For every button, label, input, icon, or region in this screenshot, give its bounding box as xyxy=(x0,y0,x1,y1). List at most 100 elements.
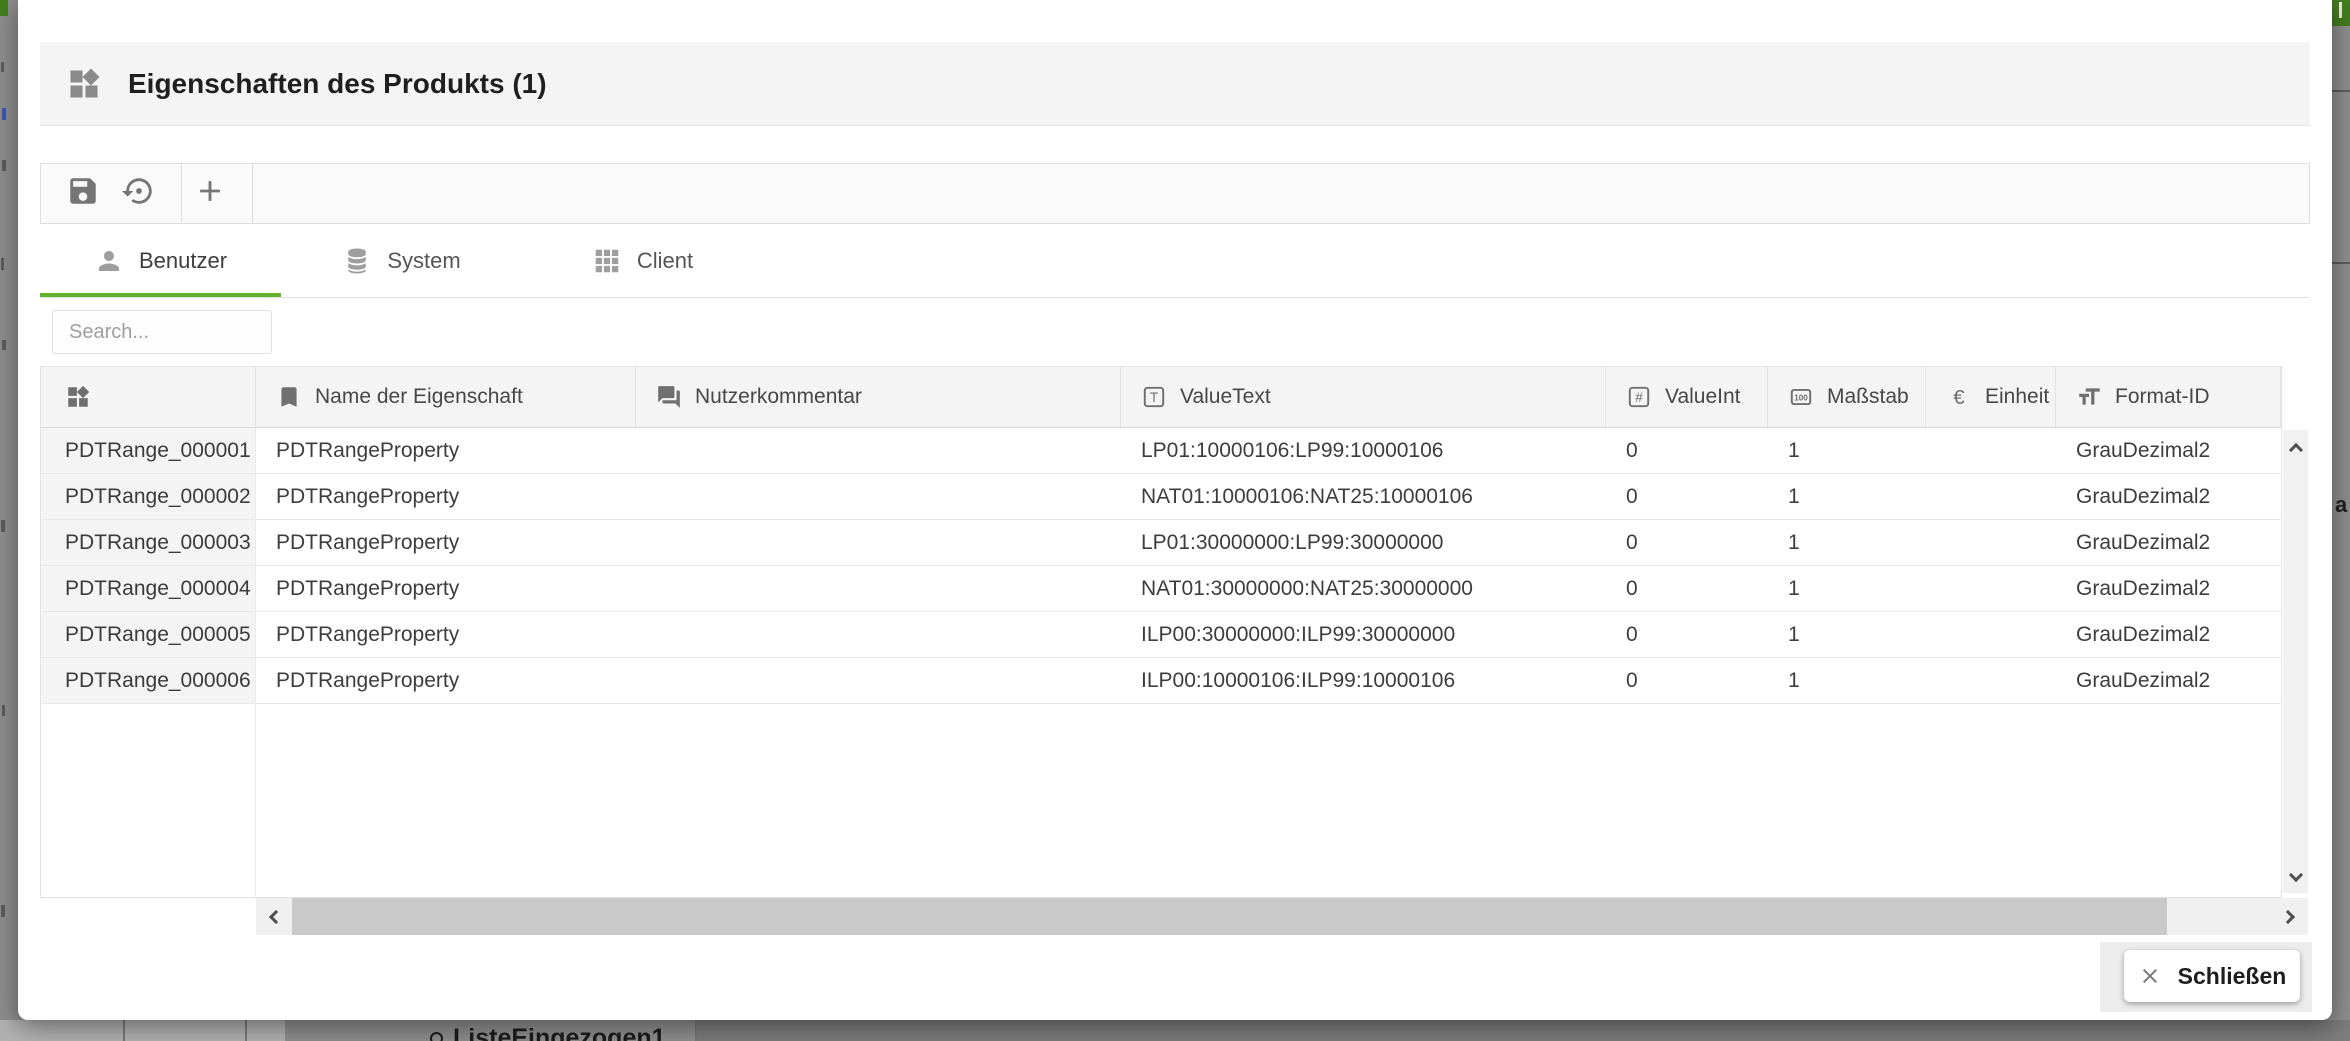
cell-name[interactable]: PDTRangeProperty xyxy=(256,428,636,473)
cell-name[interactable]: PDTRangeProperty xyxy=(256,658,636,703)
cell-comment[interactable] xyxy=(636,428,1121,473)
search-row xyxy=(40,298,2310,366)
cell-id[interactable]: PDTRange_000005 xyxy=(41,612,256,657)
scroll-left-button[interactable] xyxy=(256,898,292,935)
cell-id[interactable]: PDTRange_000006 xyxy=(41,658,256,703)
search-input[interactable] xyxy=(53,311,272,353)
scale-icon: 100 xyxy=(1788,384,1814,410)
cell-comment[interactable] xyxy=(636,658,1121,703)
cell-name[interactable]: PDTRangeProperty xyxy=(256,474,636,519)
scrollbar-thumb[interactable] xyxy=(292,898,2167,935)
tab-client[interactable]: Client xyxy=(522,224,763,297)
vertical-scrollbar[interactable] xyxy=(2283,430,2308,893)
cell-value_text[interactable]: ILP00:10000106:ILP99:10000106 xyxy=(1121,658,1606,703)
table-row[interactable]: PDTRange_000002PDTRangeProperty NAT01:100… xyxy=(41,474,2281,520)
close-button-label: Schließen xyxy=(2178,963,2287,990)
cell-massstab[interactable]: 1 xyxy=(1768,520,1926,565)
cell-format_id[interactable]: GrauDezimal2 xyxy=(2056,520,2281,565)
cell-id[interactable]: PDTRange_000002 xyxy=(41,474,256,519)
close-button[interactable]: Schließen xyxy=(2124,950,2300,1002)
widgets-icon xyxy=(66,66,102,102)
column-header-einheit[interactable]: € Einheit xyxy=(1926,367,2056,427)
table-row[interactable]: PDTRange_000004PDTRangeProperty NAT01:300… xyxy=(41,566,2281,612)
cell-format_id[interactable]: GrauDezimal2 xyxy=(2056,658,2281,703)
toolbar xyxy=(40,163,2310,224)
scroll-down-button[interactable] xyxy=(2283,859,2308,893)
column-header-formatid[interactable]: Format-ID xyxy=(2056,367,2281,427)
cell-format_id[interactable]: GrauDezimal2 xyxy=(2056,428,2281,473)
cell-value_int[interactable]: 0 xyxy=(1606,520,1768,565)
table-row[interactable]: PDTRange_000001PDTRangeProperty LP01:1000… xyxy=(41,428,2281,474)
cell-einheit[interactable] xyxy=(1926,520,2056,565)
cell-massstab[interactable]: 1 xyxy=(1768,474,1926,519)
scroll-right-button[interactable] xyxy=(2272,898,2308,935)
cell-value_int[interactable]: 0 xyxy=(1606,474,1768,519)
tab-benutzer[interactable]: Benutzer xyxy=(40,224,281,297)
cell-value_int[interactable]: 0 xyxy=(1606,566,1768,611)
table-row[interactable]: PDTRange_000005PDTRangeProperty ILP00:300… xyxy=(41,612,2281,658)
column-header-rowid[interactable] xyxy=(41,367,256,427)
column-label: Einheit xyxy=(1985,385,2049,409)
chevron-down-icon xyxy=(2288,867,2302,881)
cell-value_text[interactable]: NAT01:10000106:NAT25:10000106 xyxy=(1121,474,1606,519)
column-header-comment[interactable]: Nutzerkommentar xyxy=(636,367,1121,427)
cell-name[interactable]: PDTRangeProperty xyxy=(256,520,636,565)
cell-einheit[interactable] xyxy=(1926,428,2056,473)
cell-massstab[interactable]: 1 xyxy=(1768,428,1926,473)
person-icon xyxy=(94,246,124,276)
table-row[interactable]: PDTRange_000006PDTRangeProperty ILP00:100… xyxy=(41,658,2281,704)
table-header: Name der Eigenschaft Nutzerkommentar T V… xyxy=(41,367,2281,428)
cell-name[interactable]: PDTRangeProperty xyxy=(256,566,636,611)
column-header-name[interactable]: Name der Eigenschaft xyxy=(256,367,636,427)
cell-value_text[interactable]: LP01:10000106:LP99:10000106 xyxy=(1121,428,1606,473)
cell-value_text[interactable]: ILP00:30000000:ILP99:30000000 xyxy=(1121,612,1606,657)
horizontal-scrollbar[interactable] xyxy=(256,898,2308,935)
cell-einheit[interactable] xyxy=(1926,612,2056,657)
properties-dialog: Eigenschaften des Produkts (1) xyxy=(18,0,2332,1020)
cell-id[interactable]: PDTRange_000001 xyxy=(41,428,256,473)
table-row[interactable]: PDTRange_000003PDTRangeProperty LP01:3000… xyxy=(41,520,2281,566)
cell-einheit[interactable] xyxy=(1926,474,2056,519)
column-label: Maßstab xyxy=(1827,385,1909,409)
save-button[interactable] xyxy=(55,164,111,223)
restore-button[interactable] xyxy=(111,164,167,223)
cell-value_int[interactable]: 0 xyxy=(1606,428,1768,473)
cell-format_id[interactable]: GrauDezimal2 xyxy=(2056,612,2281,657)
background-fragment xyxy=(0,0,8,16)
background-fragment xyxy=(2332,0,2350,26)
cell-einheit[interactable] xyxy=(1926,566,2056,611)
add-button[interactable] xyxy=(182,164,238,223)
bullet-circle-icon xyxy=(430,1032,443,1041)
scroll-up-button[interactable] xyxy=(2283,430,2308,464)
tab-bar: Benutzer System Client xyxy=(40,224,2310,298)
save-icon xyxy=(66,174,100,213)
cell-comment[interactable] xyxy=(636,474,1121,519)
cell-id[interactable]: PDTRange_000004 xyxy=(41,566,256,611)
cell-name[interactable]: PDTRangeProperty xyxy=(256,612,636,657)
cell-massstab[interactable]: 1 xyxy=(1768,658,1926,703)
cell-format_id[interactable]: GrauDezimal2 xyxy=(2056,474,2281,519)
cell-massstab[interactable]: 1 xyxy=(1768,612,1926,657)
cell-value_int[interactable]: 0 xyxy=(1606,658,1768,703)
background-fragment xyxy=(2332,262,2350,264)
tab-system[interactable]: System xyxy=(281,224,522,297)
cell-massstab[interactable]: 1 xyxy=(1768,566,1926,611)
background-fragment xyxy=(695,1020,697,1041)
cell-comment[interactable] xyxy=(636,566,1121,611)
euro-icon: € xyxy=(1946,384,1972,410)
background-fragment xyxy=(2,340,6,350)
cell-id[interactable]: PDTRange_000003 xyxy=(41,520,256,565)
cell-value_text[interactable]: NAT01:30000000:NAT25:30000000 xyxy=(1121,566,1606,611)
column-header-valueint[interactable]: # ValueInt xyxy=(1606,367,1768,427)
cell-value_text[interactable]: LP01:30000000:LP99:30000000 xyxy=(1121,520,1606,565)
cell-format_id[interactable]: GrauDezimal2 xyxy=(2056,566,2281,611)
cell-value_int[interactable]: 0 xyxy=(1606,612,1768,657)
dialog-header: Eigenschaften des Produkts (1) xyxy=(40,42,2310,126)
svg-text:#: # xyxy=(1635,390,1643,405)
cell-einheit[interactable] xyxy=(1926,658,2056,703)
cell-comment[interactable] xyxy=(636,612,1121,657)
column-header-massstab[interactable]: 100 Maßstab xyxy=(1768,367,1926,427)
cell-comment[interactable] xyxy=(636,520,1121,565)
widgets-icon xyxy=(65,384,91,410)
column-header-valuetext[interactable]: T ValueText xyxy=(1121,367,1606,427)
